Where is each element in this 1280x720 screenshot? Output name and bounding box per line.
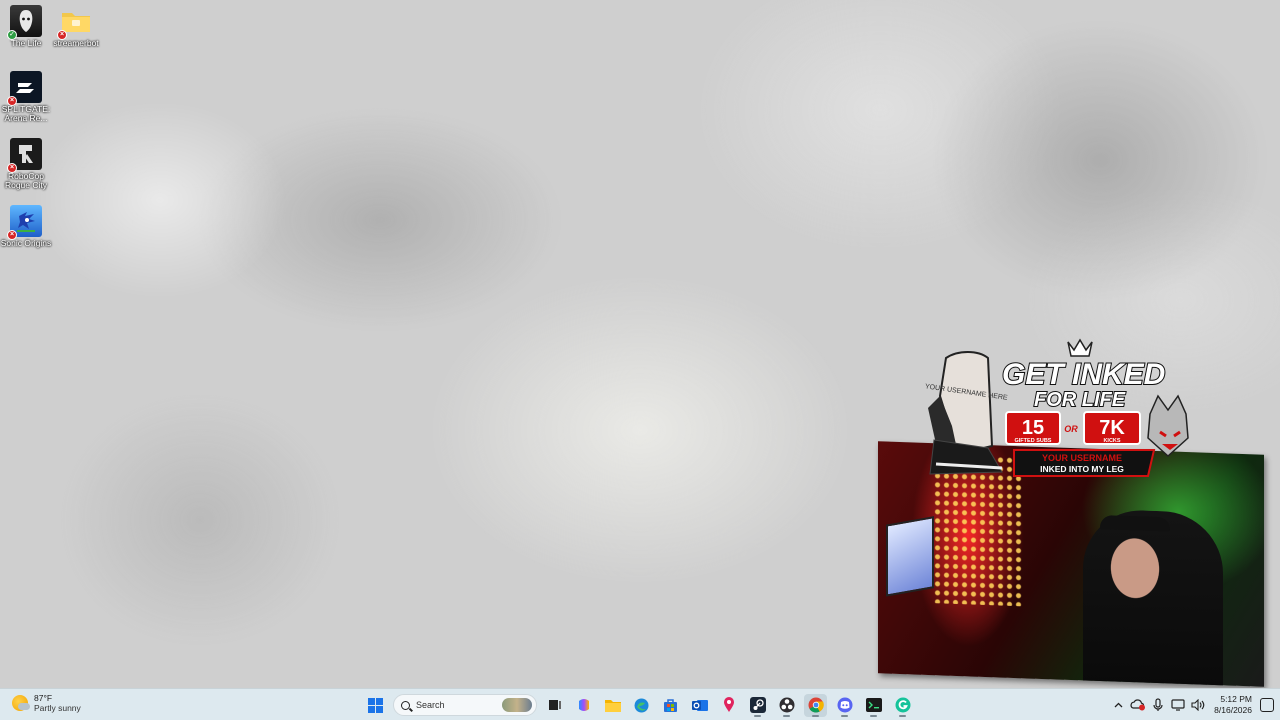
bandana: [1100, 515, 1170, 532]
obs-icon: [779, 697, 794, 713]
desktop-icon-the-life[interactable]: ✓ The Life: [0, 5, 52, 48]
maps-pin-icon: [723, 697, 734, 712]
terminal-button[interactable]: [862, 694, 885, 717]
start-icon: [368, 697, 383, 713]
desktop-icon-sonic-origins[interactable]: × Sonic Origins: [0, 205, 52, 248]
notification-bell-icon[interactable]: [1260, 698, 1274, 712]
microphone-icon: [1153, 698, 1163, 711]
task-view-icon: [548, 700, 561, 710]
edge-icon: [634, 698, 649, 712]
outlook-button[interactable]: [688, 694, 711, 717]
copilot-button[interactable]: [572, 694, 595, 717]
store-button[interactable]: [659, 694, 682, 717]
volume-icon: [1191, 699, 1205, 711]
option-a-value: 15: [1022, 417, 1044, 439]
grammarly-icon: [895, 697, 910, 713]
sync-error-icon: ×: [7, 96, 17, 106]
desktop-icon-streamerbot[interactable]: × streamerbot: [50, 5, 102, 48]
the-life-icon: ✓: [7, 5, 42, 40]
obs-button[interactable]: [775, 694, 798, 717]
outlook-icon: [691, 699, 708, 711]
option-b-label: KICKS: [1103, 438, 1120, 444]
clock[interactable]: 5:12 PM 8/16/2026: [1214, 694, 1252, 716]
store-icon: [664, 698, 677, 712]
clock-time: 5:12 PM: [1220, 694, 1252, 704]
search-icon: [401, 700, 410, 710]
search-placeholder: Search: [416, 700, 445, 710]
banner-line2: INKED INTO MY LEG: [1040, 464, 1124, 474]
promo-title: GET INKED: [1002, 358, 1165, 391]
monitor: [886, 516, 934, 597]
partly-sunny-icon: [12, 695, 30, 711]
onedrive-error-icon: [1130, 699, 1146, 711]
streamer: [1083, 508, 1223, 687]
get-inked-promo: YOUR USERNAME HERE GET INKED FOR LIFE 15…: [925, 338, 1189, 477]
steam-icon: [749, 697, 766, 713]
sync-error-icon: ×: [7, 230, 17, 240]
network-icon: [1171, 699, 1185, 711]
chevron-up-icon: [1114, 702, 1123, 708]
sync-error-icon: ×: [7, 163, 17, 173]
weather-condition: Partly sunny: [34, 703, 81, 713]
splitgate-icon: ×: [7, 71, 42, 106]
sync-ok-icon: ✓: [7, 30, 17, 40]
taskbar-search[interactable]: Search: [393, 694, 537, 716]
taskbar-apps: Search: [364, 693, 914, 717]
promo-subtitle: FOR LIFE: [1034, 389, 1126, 411]
grammarly-button[interactable]: [891, 694, 914, 717]
network-tray-button[interactable]: [1168, 695, 1188, 715]
desktop-icon-robocop[interactable]: × RoboCop Rogue City: [0, 138, 52, 190]
desktop-icon-label: SPLITGATE: Arena Re...: [1, 104, 51, 123]
desktop-icon-label: The Life: [10, 38, 42, 48]
discord-button[interactable]: [833, 694, 856, 717]
discord-icon: [837, 697, 852, 713]
folder-icon: ×: [57, 5, 92, 40]
file-explorer-icon: [604, 700, 621, 712]
chrome-icon: [808, 697, 824, 713]
desktop-icon-label: RoboCop Rogue City: [4, 171, 48, 190]
steam-button[interactable]: [746, 694, 769, 717]
option-a-label: GIFTED SUBS: [1015, 438, 1052, 444]
taskbar: 87°F Partly sunny Search 5:12 PM 8/16/20…: [0, 688, 1280, 720]
edge-button[interactable]: [630, 694, 653, 717]
wolf-mascot-icon: [1147, 394, 1189, 458]
chrome-button[interactable]: [804, 693, 827, 717]
desktop: ✓ The Life × streamerbot × SPLITGATE: Ar…: [0, 0, 1280, 688]
search-highlight-image: [502, 698, 532, 712]
terminal-icon: [865, 698, 882, 712]
sonic-icon: ×: [7, 205, 42, 240]
file-explorer-button[interactable]: [601, 694, 624, 717]
banner-line1: YOUR USERNAME: [1042, 453, 1122, 463]
option-b-value: 7K: [1099, 417, 1125, 439]
show-hidden-icons-button[interactable]: [1108, 695, 1128, 715]
volume-tray-button[interactable]: [1188, 695, 1208, 715]
or-word: OR: [1064, 424, 1078, 434]
maps-button[interactable]: [717, 694, 740, 717]
desktop-icon-label: streamerbot: [53, 38, 99, 48]
weather-widget[interactable]: 87°F Partly sunny: [12, 693, 81, 713]
task-view-button[interactable]: [543, 694, 566, 717]
weather-temp: 87°F: [34, 693, 53, 703]
sync-error-icon: ×: [57, 30, 67, 40]
crown-icon: [1067, 338, 1093, 357]
system-tray: 5:12 PM 8/16/2026: [1108, 689, 1280, 720]
clock-date: 8/16/2026: [1214, 705, 1252, 715]
onedrive-tray-button[interactable]: [1128, 695, 1148, 715]
microphone-tray-button[interactable]: [1148, 695, 1168, 715]
desktop-icon-splitgate[interactable]: × SPLITGATE: Arena Re...: [0, 71, 52, 123]
copilot-icon: [578, 699, 589, 711]
robocop-icon: ×: [7, 138, 42, 173]
start-button[interactable]: [364, 694, 387, 717]
desktop-icon-label: Sonic Origins: [0, 238, 52, 248]
leg-illustration: YOUR USERNAME HERE: [925, 351, 1008, 475]
